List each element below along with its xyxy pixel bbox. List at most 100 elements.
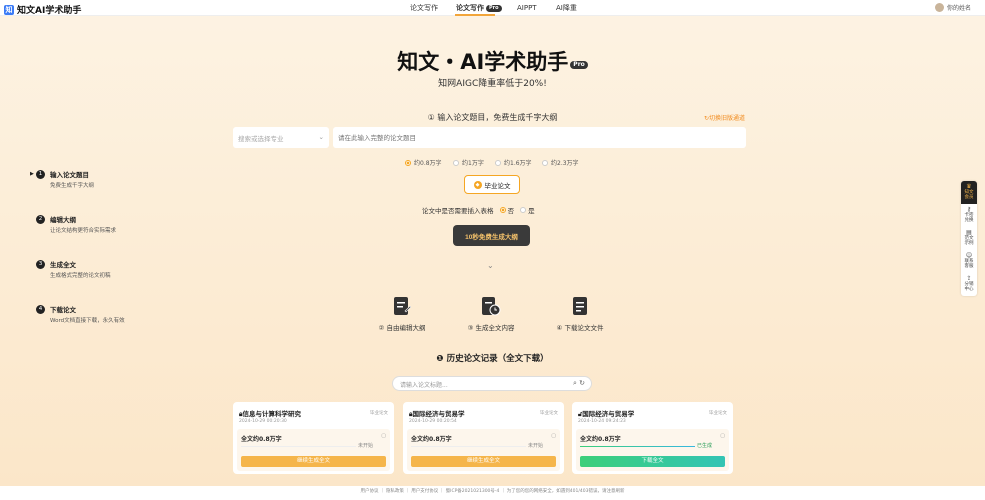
card-title: 🔒︎信息与计算科学研究 <box>239 408 301 419</box>
major-placeholder: 搜索或选择专业 <box>238 135 284 143</box>
switch-old-version-link[interactable]: ↻切换旧版通道 <box>704 113 745 122</box>
card-title-text: 信息与计算科学研究 <box>242 410 301 418</box>
card-words: 全文约0.8万字 <box>411 436 452 443</box>
app-logo[interactable]: 知 知文AI学术助手 <box>4 3 81 16</box>
generate-outline-button[interactable]: 10秒免费生成大纲 <box>453 225 530 246</box>
table-question-label: 论文中是否需要插入表格 <box>422 207 494 215</box>
history-title-text: 历史论文记录（全文下载） <box>446 354 549 364</box>
feature-generate-content: ③ 生成全文内容 <box>461 296 521 332</box>
history-search-input[interactable]: 请输入论文标题... ⌕ ↻ <box>392 376 592 391</box>
radio-icon <box>499 207 506 213</box>
step-tip: ① 输入论文题目，免费生成千字大纲 <box>427 113 558 122</box>
card-body: 全文约0.8万字 ▢ 未开始 继续生成全文 <box>237 429 390 471</box>
footer: 用户协议 ｜ 隐私政策 ｜ 用户支付协议 ｜ 蜀ICP备2021021300号-… <box>0 486 985 500</box>
radio-icon <box>405 159 411 166</box>
right-sidebar: ♛ 知文 会员 ⚷ 卡密 兑换 ▤ 范文 示例 ☺ 联系 客服 ⇪ 分销 中心 <box>961 181 977 296</box>
card-body: 全文约0.8万字 ▢ 已生成 下载全文 <box>576 429 729 471</box>
card-title: 🔓︎国际经济与贸易学 <box>578 408 634 419</box>
step-title: 下载论文 <box>50 306 76 314</box>
user-menu[interactable]: 你的姓名 <box>934 3 971 12</box>
table-option-no-label: 否 <box>507 207 515 215</box>
card-status: 未开始 <box>357 443 373 449</box>
card-words: 全文约0.8万字 <box>241 436 282 443</box>
step-number: 3 <box>36 260 45 269</box>
history-card: 🔒︎国际经济与贸易学 毕业论文 2024-10-29 00:20:54 全文约0… <box>403 402 564 474</box>
edit-document-icon <box>394 297 411 315</box>
arrow-right-icon: ▶ <box>30 171 34 177</box>
card-tag: 毕业论文 <box>709 411 727 416</box>
radio-icon <box>453 159 459 166</box>
sidebar-label: 卡密 兑换 <box>964 212 974 224</box>
word-option-1[interactable]: 约1万字 <box>453 158 484 167</box>
step-title: 输入论文题目 <box>50 171 89 179</box>
nav-ai-reduce[interactable]: AI降重 <box>556 3 577 13</box>
table-question: 论文中是否需要插入表格 否 是 <box>422 205 535 215</box>
feature-edit-outline: ② 自由编辑大纲 <box>372 296 432 332</box>
continue-generate-button[interactable]: 继续生成全文 <box>241 456 386 467</box>
history-search-placeholder: 请输入论文标题... <box>400 382 448 389</box>
user-name: 你的姓名 <box>946 5 971 12</box>
card-title: 🔒︎国际经济与贸易学 <box>409 408 464 419</box>
nav-aippt[interactable]: AIPPT <box>517 3 537 13</box>
sidebar-label: 范文 示例 <box>964 235 974 247</box>
word-option-2[interactable]: 约1.6万字 <box>495 158 532 167</box>
card-time: 2024-10-29 00:20:30 <box>239 419 287 424</box>
sidebar-label: 联系 客服 <box>964 258 974 270</box>
feature-download: ④ 下载论文文件 <box>550 296 610 332</box>
sidebar-item-redeem[interactable]: ⚷ 卡密 兑换 <box>961 204 977 227</box>
feature-label: ③ 生成全文内容 <box>467 324 515 332</box>
hero-title: 知文・AI学术助手 Pro <box>0 46 985 76</box>
history-title: ❶ 历史论文记录（全文下载） <box>0 352 985 364</box>
step-number: 2 <box>36 215 45 224</box>
history-card: 🔒︎信息与计算科学研究 毕业论文 2024-10-29 00:20:30 全文约… <box>233 402 394 474</box>
word-option-label: 约1.6万字 <box>504 160 532 167</box>
step-number: 1 <box>36 170 45 179</box>
feature-label: ④ 下载论文文件 <box>556 324 604 332</box>
radio-icon <box>542 159 548 166</box>
sidebar-label: 知文 会员 <box>964 189 974 201</box>
card-tag: 毕业论文 <box>540 411 558 416</box>
major-select[interactable]: 搜索或选择专业 ⌄ <box>233 127 329 148</box>
nav-paper-writing-pro[interactable]: 论文写作 Pro <box>456 3 502 13</box>
document-icon: ▢ <box>720 433 725 439</box>
continue-generate-button[interactable]: 继续生成全文 <box>411 456 556 467</box>
cap-icon: ◆ <box>473 180 482 189</box>
paper-type-option[interactable]: ◆ 毕业论文 <box>464 175 520 194</box>
table-option-yes-label: 是 <box>528 207 535 215</box>
table-option-no[interactable]: 否 <box>499 205 515 215</box>
sidebar-item-support[interactable]: ☺ 联系 客服 <box>961 250 977 273</box>
table-option-yes[interactable]: 是 <box>520 205 535 215</box>
word-option-0[interactable]: 约0.8万字 <box>405 158 442 167</box>
pro-badge: Pro <box>486 5 502 12</box>
word-option-label: 约0.8万字 <box>414 160 442 167</box>
sidebar-item-distribution[interactable]: ⇪ 分销 中心 <box>961 273 977 296</box>
paper-title-input[interactable] <box>333 127 746 148</box>
step-title: 编辑大纲 <box>50 216 76 224</box>
search-icon[interactable]: ⌕ ↻ <box>573 379 585 388</box>
word-option-3[interactable]: 约2.3万字 <box>542 158 579 167</box>
word-option-label: 约2.3万字 <box>551 160 579 167</box>
radio-icon <box>495 159 501 166</box>
step-number: 4 <box>36 305 45 314</box>
sidebar-item-samples[interactable]: ▤ 范文 示例 <box>961 227 977 250</box>
hero-subtitle: 知网AIGC降重率低于20%! <box>438 79 547 89</box>
double-chevron-down-icon: ⌄ <box>487 261 494 270</box>
nav-paper-writing[interactable]: 论文写作 <box>410 3 438 13</box>
logo-text: 知文AI学术助手 <box>17 6 82 16</box>
step-desc: 免费生成千字大纲 <box>50 183 95 189</box>
progress-bar <box>580 446 695 447</box>
step-title: 生成全文 <box>50 261 76 269</box>
card-words: 全文约0.8万字 <box>580 436 621 443</box>
chevron-down-icon: ⌄ <box>318 133 324 141</box>
download-full-button[interactable]: 下载全文 <box>580 456 725 467</box>
sidebar-label: 分销 中心 <box>964 281 974 293</box>
active-tab-indicator <box>455 14 495 16</box>
sidebar-item-vip[interactable]: ♛ 知文 会员 <box>961 181 977 204</box>
avatar <box>934 3 944 12</box>
card-title-text: 国际经济与贸易学 <box>412 410 465 418</box>
step-desc: 让论文结构更符合实际需求 <box>50 228 117 234</box>
history-card: 🔓︎国际经济与贸易学 毕业论文 2024-10-24 09:24:23 全文约0… <box>572 402 733 474</box>
card-body: 全文约0.8万字 ▢ 未开始 继续生成全文 <box>407 429 560 471</box>
card-time: 2024-10-29 00:20:54 <box>409 419 457 424</box>
word-option-label: 约1万字 <box>462 160 484 167</box>
